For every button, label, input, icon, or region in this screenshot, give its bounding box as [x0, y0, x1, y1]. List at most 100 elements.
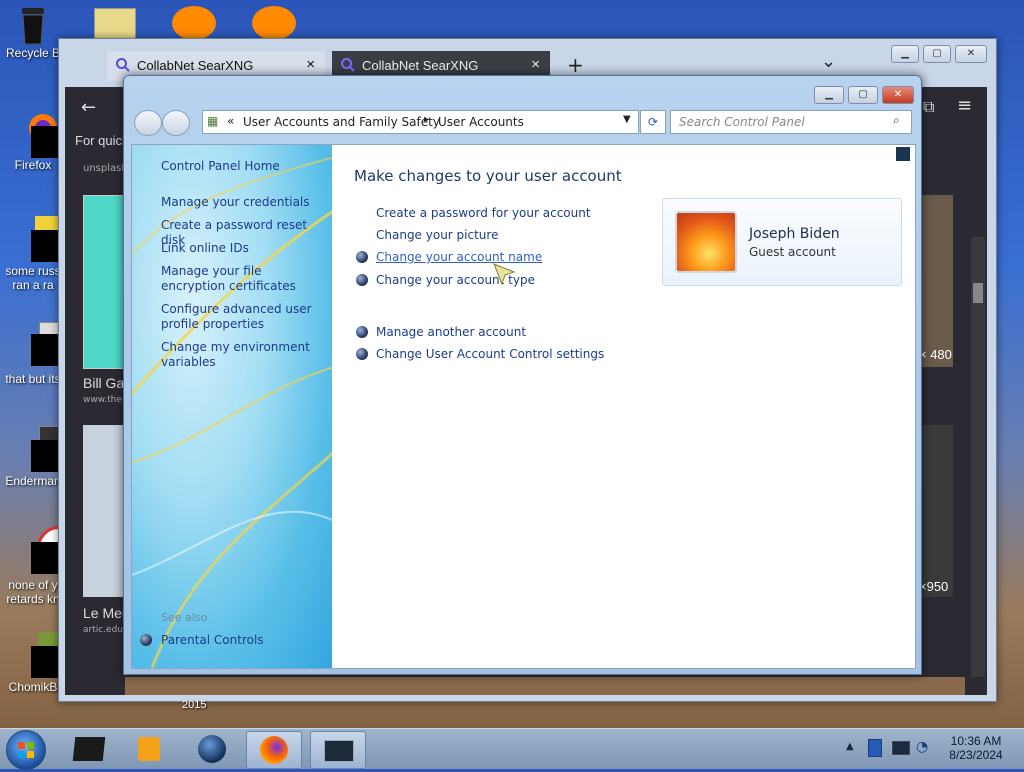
tab-label: CollabNet SearXNG — [137, 58, 254, 73]
parental-controls-link[interactable]: Parental Controls — [161, 633, 264, 648]
extensions-icon[interactable]: ⧉ — [923, 97, 934, 117]
desktop-icon-folder[interactable] — [94, 8, 136, 42]
breadcrumb-item[interactable]: User Accounts and Family Safety — [243, 115, 440, 129]
desktop-icon-label: that but its — [5, 372, 61, 386]
desktop-icon-label: Recycle B — [5, 46, 61, 60]
address-bar[interactable]: ▦ « User Accounts and Family Safety ▸ Us… — [202, 110, 639, 134]
back-icon[interactable]: ← — [81, 97, 96, 118]
desktop-icon-file-5[interactable]: ChomikB — [0, 632, 73, 694]
taskbar-item-terminal[interactable] — [62, 731, 116, 767]
tab-list-button[interactable]: ⌄ — [821, 51, 836, 72]
file-icon — [17, 632, 73, 678]
network-icon[interactable] — [892, 741, 910, 755]
breadcrumb-separator-icon: ▸ — [424, 114, 430, 125]
results-prompt: For quick — [75, 133, 129, 148]
desktop-icon-label: Firefox — [14, 158, 52, 172]
action-center-icon[interactable] — [868, 739, 882, 757]
breadcrumb-prefix[interactable]: « — [227, 114, 234, 128]
desktop-icon-label: ChomikB — [8, 680, 58, 694]
desktop-year-label: 2015 — [182, 699, 207, 711]
tab-label: CollabNet SearXNG — [362, 58, 479, 73]
search-placeholder: Search Control Panel — [679, 115, 805, 129]
scrollbar[interactable] — [971, 237, 985, 677]
control-panel-home-link[interactable]: Control Panel Home — [161, 159, 280, 174]
manage-another-account-link[interactable]: Manage another account — [376, 325, 526, 340]
uac-settings-link[interactable]: Change User Account Control settings — [376, 347, 604, 362]
sidebar-link-online-ids[interactable]: Link online IDs — [161, 241, 326, 256]
cursor-icon — [493, 263, 516, 286]
window-icon — [324, 740, 354, 762]
result-source: artic.edu — [83, 625, 124, 635]
firefox-icon — [17, 112, 63, 158]
file-icon — [17, 526, 81, 574]
chevron-down-icon[interactable]: ▼ — [623, 114, 631, 125]
close-icon[interactable]: × — [306, 56, 315, 73]
change-picture-link[interactable]: Change your picture — [376, 228, 498, 243]
desktop: { "desktop_icons": [ {"label": "Recycle … — [0, 0, 1024, 770]
desktop-icon-label: none of y retards kn — [6, 578, 60, 606]
search-input[interactable]: Search Control Panel ⌕ — [670, 110, 912, 134]
cp-close-button[interactable]: ✕ — [882, 86, 914, 104]
file-icon — [17, 322, 75, 366]
desktop-icon-file-4[interactable]: none of y retards kn — [0, 526, 81, 606]
taskbar-item-globe[interactable] — [186, 731, 240, 767]
control-panel-window: ▁ ▢ ✕ ▦ « User Accounts and Family Safet… — [123, 75, 922, 675]
control-panel-content: Control Panel Home Manage your credentia… — [131, 144, 916, 669]
result-thumbnail[interactable] — [917, 195, 953, 367]
maximize-button[interactable]: ▢ — [923, 45, 951, 63]
help-icon[interactable] — [896, 147, 910, 161]
desktop-icon-app[interactable] — [252, 6, 296, 40]
back-button[interactable] — [134, 110, 162, 136]
taskbar-item-firefox[interactable] — [246, 731, 302, 769]
taskbar-item-control-panel[interactable] — [310, 731, 366, 769]
sidebar-link-credentials[interactable]: Manage your credentials — [161, 195, 326, 210]
account-card: Joseph Biden Guest account — [662, 198, 902, 286]
sidebar-link-profile-properties[interactable]: Configure advanced user profile properti… — [161, 302, 321, 332]
taskbar: ▲ ◔ 10:36 AM 8/23/2024 — [0, 728, 1024, 770]
close-button[interactable]: ✕ — [955, 45, 987, 63]
page-title: Make changes to your user account — [354, 167, 622, 185]
file-icon — [17, 216, 75, 262]
chevron-up-icon[interactable]: ▲ — [846, 741, 854, 752]
account-type: Guest account — [749, 245, 836, 259]
result-thumbnail[interactable] — [83, 195, 127, 369]
desktop-icon-firefox[interactable]: Firefox — [0, 112, 66, 172]
desktop-icon-file-2[interactable]: that but its — [0, 322, 75, 386]
search-icon[interactable]: ⌕ — [893, 113, 900, 128]
breadcrumb-item[interactable]: User Accounts — [438, 115, 524, 129]
volume-icon[interactable]: ◔ — [916, 739, 928, 755]
desktop-icon-recycle-bin[interactable]: Recycle B — [0, 6, 66, 60]
parental-controls-icon — [140, 634, 152, 646]
result-title[interactable]: Bill Gat — [83, 375, 128, 391]
file-icon — [17, 426, 75, 472]
search-icon — [115, 57, 131, 76]
clock-date: 8/23/2024 — [949, 748, 1003, 762]
result-source: www.the — [83, 395, 122, 405]
taskbar-item-media-player[interactable] — [122, 731, 176, 767]
shield-icon — [356, 348, 368, 360]
desktop-icon-file-1[interactable]: some russ ran a ra — [0, 216, 75, 292]
create-password-link[interactable]: Create a password for your account — [376, 206, 591, 221]
recycle-bin-icon — [17, 6, 49, 45]
result-thumbnail[interactable] — [917, 425, 953, 597]
desktop-icon-app[interactable] — [172, 6, 216, 40]
menu-icon[interactable]: ≡ — [957, 95, 972, 116]
sidebar-link-environment[interactable]: Change my environment variables — [161, 340, 321, 370]
shield-icon — [356, 251, 368, 263]
control-panel-icon: ▦ — [207, 114, 219, 128]
clock[interactable]: 10:36 AM 8/23/2024 — [946, 734, 1006, 762]
refresh-icon[interactable]: ⟳ — [640, 110, 666, 134]
desktop-icon-file-3[interactable]: Enderman — [0, 426, 75, 488]
cp-minimize-button[interactable]: ▁ — [814, 86, 844, 104]
avatar[interactable] — [675, 211, 737, 273]
close-icon[interactable]: × — [531, 56, 540, 73]
cp-maximize-button[interactable]: ▢ — [848, 86, 878, 104]
start-button[interactable] — [6, 730, 46, 770]
clock-time: 10:36 AM — [950, 734, 1002, 748]
result-source: unsplash — [83, 163, 128, 174]
sidebar-link-encryption[interactable]: Manage your file encryption certificates — [161, 264, 321, 294]
forward-button[interactable] — [162, 110, 190, 136]
new-tab-button[interactable]: + — [567, 53, 584, 77]
result-thumbnail[interactable] — [83, 425, 125, 597]
minimize-button[interactable]: ▁ — [891, 45, 919, 63]
